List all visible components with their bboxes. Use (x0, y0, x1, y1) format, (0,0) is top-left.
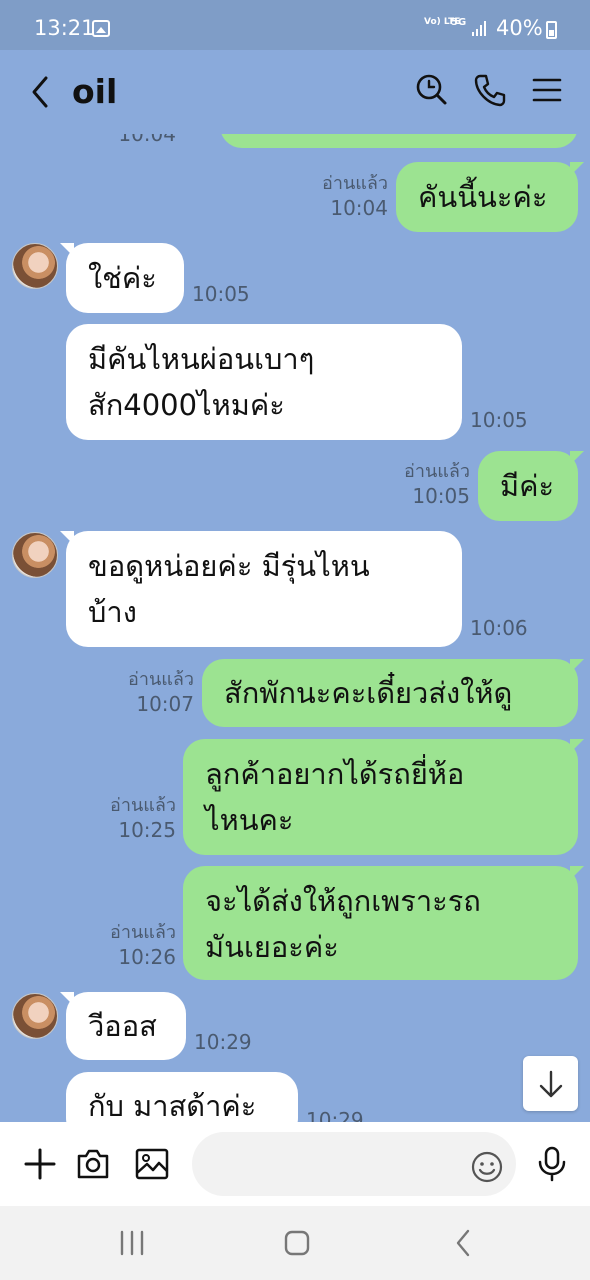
message-meta: อ่านแล้ว 10:05 (378, 460, 470, 508)
arrow-down-icon (539, 1070, 563, 1098)
message-input-bar (0, 1122, 590, 1206)
status-bar: 13:21 Vo) LTE 5G 40% (0, 0, 590, 50)
microphone-button[interactable] (534, 1146, 568, 1182)
message-time: 10:05 (192, 282, 250, 306)
menu-button[interactable] (530, 72, 564, 108)
message-meta: อ่านแล้ว 10:25 (84, 794, 176, 842)
message-meta: อ่านแล้ว 10:26 (84, 921, 176, 969)
microphone-icon (538, 1146, 566, 1182)
home-button[interactable] (277, 1228, 317, 1258)
gallery-button[interactable] (134, 1146, 170, 1182)
add-button[interactable] (22, 1146, 58, 1182)
scroll-to-bottom-button[interactable] (523, 1056, 578, 1111)
message-time: 10:29 (194, 1030, 252, 1054)
battery-icon (546, 21, 557, 39)
message-time: 10:29 (306, 1108, 364, 1122)
signal-icon (472, 20, 488, 36)
message-bubble-incoming[interactable]: วีออส (60, 992, 186, 1060)
network-type: 5G (451, 17, 467, 28)
avatar[interactable] (12, 993, 58, 1039)
message-bubble-incoming[interactable]: กับ มาสด้าค่ะ (66, 1072, 298, 1122)
message-time: 10:04 (330, 196, 388, 220)
plus-icon (24, 1148, 56, 1180)
status-time: 13:21 (34, 16, 95, 40)
message-time: 10:05 (412, 484, 470, 508)
message-time: 10:05 (470, 408, 528, 432)
battery-level: 40% (496, 16, 543, 40)
back-button[interactable] (26, 72, 56, 112)
home-icon (284, 1230, 310, 1256)
message-bubble-outgoing[interactable]: คันนี้นะค่ะ (396, 162, 584, 232)
message-meta: อ่านแล้ว 10:07 (102, 668, 194, 716)
message-meta: อ่านแล้ว 10:04 (296, 172, 388, 220)
message-time: 10:25 (118, 818, 176, 842)
read-receipt: อ่านแล้ว (322, 173, 388, 194)
chat-area[interactable]: 10:04 อ่านแล้ว 10:04 คันนี้นะค่ะ ใช่ค่ะ … (0, 0, 590, 1122)
read-receipt: อ่านแล้ว (404, 461, 470, 482)
message-bubble-outgoing[interactable]: สักพักนะคะเดี๋ยวส่งให้ดู (202, 659, 584, 727)
chevron-left-icon (32, 76, 48, 108)
back-nav-icon (456, 1229, 470, 1257)
back-nav-button[interactable] (443, 1228, 483, 1258)
emoji-icon (471, 1151, 503, 1183)
message-bubble-outgoing[interactable]: จะได้ส่งให้ถูกเพราะรถ มันเยอะค่ะ (183, 866, 584, 980)
message-bubble-incoming[interactable]: มีคันไหนผ่อนเบาๆ สัก4000ไหมค่ะ (66, 324, 462, 440)
recents-button[interactable] (112, 1228, 152, 1258)
message-bubble-incoming[interactable]: ขอดูหน่อยค่ะ มีรุ่นไหน บ้าง (60, 531, 462, 647)
phone-icon (474, 74, 506, 107)
search-button[interactable] (414, 72, 448, 108)
search-clock-icon (416, 74, 447, 105)
page-title: oil (72, 72, 118, 111)
camera-button[interactable] (75, 1146, 111, 1182)
chat-header: oil (0, 50, 590, 134)
image-notification-icon (92, 20, 110, 37)
camera-icon (77, 1149, 109, 1179)
message-bubble-outgoing[interactable]: มีค่ะ (478, 451, 584, 521)
recents-icon (120, 1230, 144, 1256)
message-time: 10:07 (136, 692, 194, 716)
message-time: 10:06 (470, 616, 528, 640)
system-nav-bar (0, 1206, 590, 1280)
read-receipt: อ่านแล้ว (110, 795, 176, 816)
emoji-button[interactable] (470, 1150, 504, 1184)
message-bubble-incoming[interactable]: ใช่ค่ะ (60, 243, 184, 313)
menu-icon (532, 78, 562, 102)
call-button[interactable] (472, 72, 506, 108)
message-time: 10:26 (118, 945, 176, 969)
message-input[interactable] (192, 1132, 516, 1196)
image-icon (135, 1148, 169, 1180)
read-receipt: อ่านแล้ว (128, 669, 194, 690)
avatar[interactable] (12, 243, 58, 289)
avatar[interactable] (12, 532, 58, 578)
message-bubble-outgoing[interactable]: ลูกค้าอยากได้รถยี่ห้อ ไหนคะ (183, 739, 584, 855)
read-receipt: อ่านแล้ว (110, 922, 176, 943)
